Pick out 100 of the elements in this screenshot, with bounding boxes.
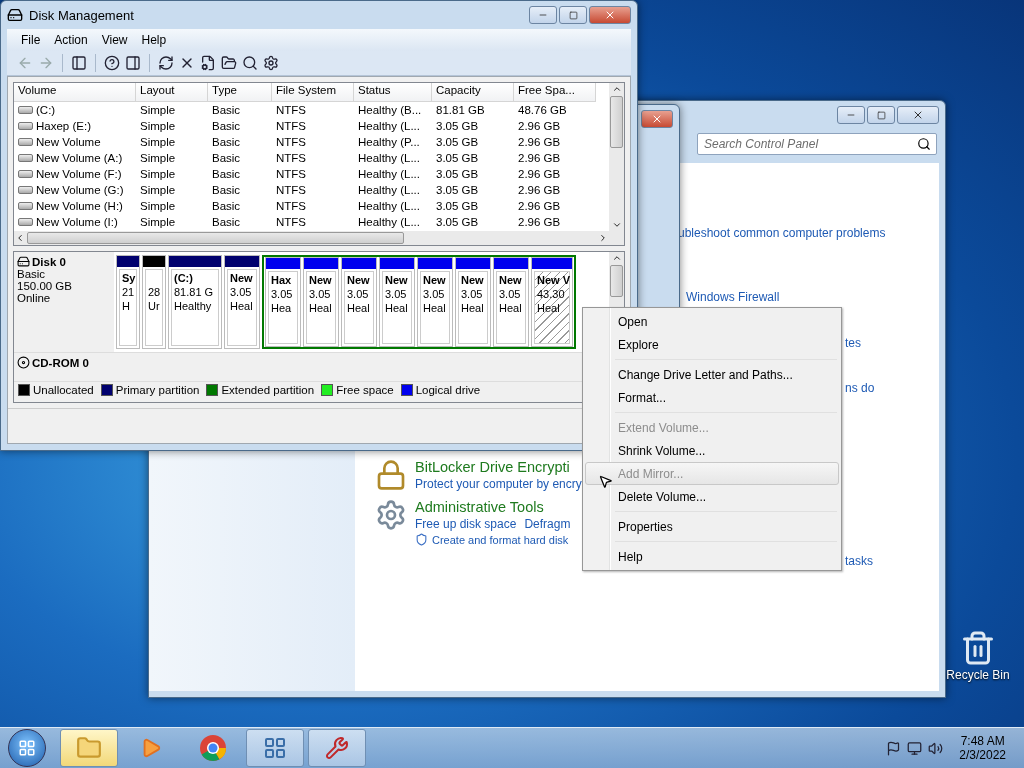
menu-item[interactable]: Open: [585, 310, 839, 333]
partition[interactable]: New 3.05 Heal: [379, 257, 415, 347]
column-header[interactable]: Volume: [14, 83, 136, 102]
link[interactable]: Free up disk space: [415, 517, 517, 531]
drive-icon: [17, 255, 30, 268]
icon-label[interactable]: Recycle Bin: [946, 668, 1010, 682]
link[interactable]: Defragm: [524, 517, 571, 531]
scrollbar[interactable]: [14, 231, 609, 245]
scroll-left-icon[interactable]: [15, 233, 25, 243]
properties-icon[interactable]: [200, 55, 216, 71]
scroll-up-icon[interactable]: [611, 84, 622, 94]
category-title[interactable]: Administrative Tools: [415, 499, 571, 515]
menu-item[interactable]: Action: [48, 31, 94, 49]
link[interactable]: ns do: [845, 381, 875, 395]
table-cell-text: 2.96 GB: [517, 215, 562, 230]
minimize-button[interactable]: [529, 6, 557, 24]
link[interactable]: Windows Firewall: [686, 290, 780, 304]
menu-item[interactable]: Format...: [585, 386, 839, 409]
partition-info: Heal: [309, 302, 333, 316]
folder-icon[interactable]: [221, 55, 237, 71]
table-cell-text: Basic: [211, 119, 242, 134]
table-cell-text: Simple: [139, 199, 177, 214]
column-header[interactable]: Layout: [136, 83, 208, 102]
link[interactable]: tes: [845, 336, 861, 350]
search-field[interactable]: Search Control Panel: [697, 133, 937, 155]
close-button[interactable]: [897, 106, 939, 124]
partition[interactable]: 28 Ur: [142, 255, 166, 349]
taskbar-button[interactable]: [60, 729, 118, 767]
column-header[interactable]: Free Spa...: [514, 83, 596, 102]
partition[interactable]: New 3.05 Heal: [493, 257, 529, 347]
menu-item[interactable]: Shrink Volume...: [585, 439, 839, 462]
flag-icon[interactable]: [886, 740, 902, 756]
link[interactable]: Protect your computer by encry: [415, 477, 582, 491]
partition-info: Heal: [537, 302, 561, 316]
partition-info: 28: [148, 286, 160, 300]
column-header[interactable]: Capacity: [432, 83, 514, 102]
wrench-icon: [325, 736, 349, 760]
partition[interactable]: Hax 3.05 Hea: [265, 257, 301, 347]
partition-name: New: [230, 272, 254, 286]
menu-item[interactable]: Help: [585, 545, 839, 568]
partition-info: 3.05: [385, 288, 408, 302]
link[interactable]: Create and format hard disk: [432, 533, 569, 546]
menu-item[interactable]: Explore: [585, 333, 839, 356]
trash-icon[interactable]: [960, 630, 996, 666]
taskbar-button[interactable]: [246, 729, 304, 767]
scroll-right-icon[interactable]: [598, 233, 608, 243]
table-cell-text: Healthy (L...: [357, 183, 421, 198]
refresh-icon[interactable]: [158, 55, 174, 71]
partition-info: H: [122, 300, 131, 314]
speaker-icon[interactable]: [928, 740, 944, 756]
column-header[interactable]: Status: [354, 83, 432, 102]
menu-item[interactable]: File: [15, 31, 47, 49]
partition-info: 3.05: [423, 288, 446, 302]
partition[interactable]: (C:) 81.81 G Healthy: [168, 255, 222, 349]
disk-name: CD-ROM 0: [32, 356, 89, 369]
gear-icon[interactable]: [263, 55, 279, 71]
help-icon[interactable]: [104, 55, 120, 71]
maximize-button[interactable]: [559, 6, 587, 24]
network-icon[interactable]: [907, 740, 923, 756]
menu-item[interactable]: Delete Volume...: [585, 485, 839, 508]
maximize-button[interactable]: [867, 106, 895, 124]
partition[interactable]: New 3.05 Heal: [303, 257, 339, 347]
category-title[interactable]: BitLocker Drive Encrypti: [415, 459, 582, 475]
panel-icon[interactable]: [125, 55, 141, 71]
taskbar-button[interactable]: [308, 729, 366, 767]
column-header[interactable]: Type: [208, 83, 272, 102]
column-header[interactable]: File System: [272, 83, 354, 102]
clock[interactable]: 7:48 AM 2/3/2022: [949, 734, 1016, 762]
close-icon: [604, 9, 616, 21]
partition[interactable]: New V 43.30 Heal: [531, 257, 573, 347]
drive-icon: [18, 218, 33, 226]
partition[interactable]: New 3.05 Heal: [341, 257, 377, 347]
menu-item[interactable]: Help: [135, 31, 173, 49]
link[interactable]: ubleshoot common computer problems: [678, 226, 886, 240]
panel-icon[interactable]: [71, 55, 87, 71]
scroll-thumb[interactable]: [610, 96, 623, 148]
table-cell: New Volume (I:): [14, 214, 136, 230]
close-button[interactable]: [589, 6, 631, 24]
partition[interactable]: New 3.05 Heal: [417, 257, 453, 347]
scroll-up-icon[interactable]: [611, 253, 622, 263]
partition[interactable]: New 3.05 Heal: [455, 257, 491, 347]
start-button[interactable]: [8, 729, 46, 767]
partition[interactable]: New 3.05 Heal: [224, 255, 260, 349]
menu-item[interactable]: View: [95, 31, 134, 49]
menu-item[interactable]: Properties: [585, 515, 839, 538]
close-button[interactable]: [641, 110, 673, 128]
link[interactable]: tasks: [845, 554, 873, 568]
scroll-thumb[interactable]: [610, 265, 623, 297]
menu-item[interactable]: Change Drive Letter and Paths...: [585, 363, 839, 386]
search-icon[interactable]: [242, 55, 258, 71]
folder-icon: [76, 735, 102, 761]
scroll-thumb[interactable]: [27, 232, 404, 244]
window-title: Disk Management: [29, 7, 135, 23]
scrollbar[interactable]: [609, 83, 624, 231]
table-cell-text: 2.96 GB: [517, 119, 562, 134]
minimize-button[interactable]: [837, 106, 865, 124]
table-cell: New Volume (F:): [14, 166, 136, 182]
table-cell-text: 81.81 GB: [435, 103, 486, 118]
partition[interactable]: Sy 21 H: [116, 255, 140, 349]
scroll-down-icon[interactable]: [611, 220, 622, 230]
